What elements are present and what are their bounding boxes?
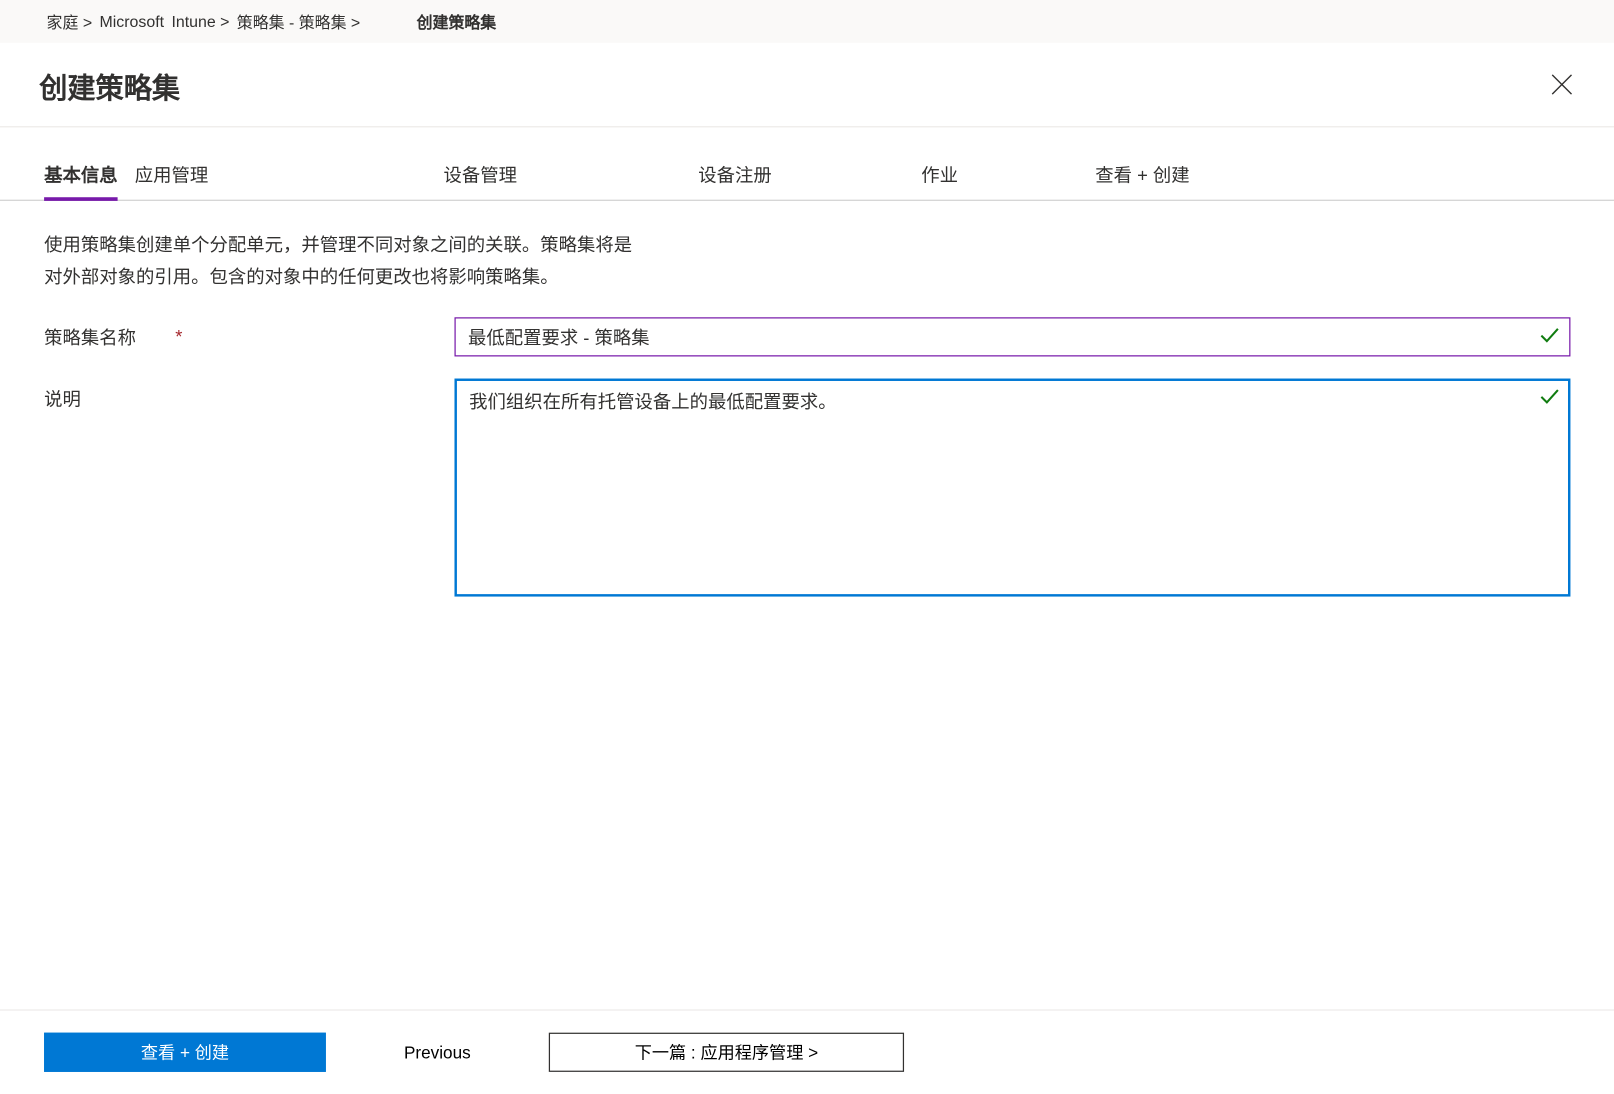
description-text: 使用策略集创建单个分配单元，并管理不同对象之间的关联。策略集将是 对外部对象的引… — [44, 230, 1570, 292]
breadcrumb-current: 创建策略集 — [417, 10, 497, 33]
policy-set-name-input[interactable] — [454, 317, 1570, 356]
tab-basics[interactable]: 基本信息 — [44, 162, 118, 201]
review-create-button[interactable]: 查看 + 创建 — [44, 1033, 326, 1072]
tab-app-management[interactable]: 应用管理 — [135, 162, 209, 200]
breadcrumb-policy-sets[interactable]: 策略集 - 策略集 > — [237, 10, 360, 33]
tab-device-management[interactable]: 设备管理 — [443, 162, 517, 200]
description-textarea[interactable] — [454, 379, 1570, 597]
form-row-description: 说明 — [44, 379, 1570, 601]
wizard-tabs: 基本信息 应用管理 设备管理 设备注册 作业 查看 + 创建 — [0, 127, 1614, 201]
tab-assignments[interactable]: 作业 — [921, 162, 958, 200]
previous-button[interactable]: Previous — [372, 1033, 502, 1072]
breadcrumb-microsoft[interactable]: Microsoft — [99, 12, 164, 30]
close-button[interactable] — [1546, 68, 1578, 104]
form-row-name: 策略集名称 * — [44, 317, 1570, 356]
content-area: 使用策略集创建单个分配单元，并管理不同对象之间的关联。策略集将是 对外部对象的引… — [0, 201, 1614, 1010]
tab-review-create[interactable]: 查看 + 创建 — [1095, 162, 1189, 200]
close-icon — [1551, 73, 1573, 99]
policy-set-name-label: 策略集名称 — [44, 325, 136, 351]
wizard-footer: 查看 + 创建 Previous 下一篇 : 应用程序管理 > — [0, 1009, 1614, 1094]
tab-device-enrollment[interactable]: 设备注册 — [698, 162, 772, 200]
title-row: 创建策略集 — [0, 43, 1614, 128]
page-title: 创建策略集 — [39, 65, 180, 107]
breadcrumb: 家庭 > Microsoft Intune > 策略集 - 策略集 > 创建策略… — [0, 0, 1614, 43]
next-button[interactable]: 下一篇 : 应用程序管理 > — [549, 1033, 904, 1072]
required-indicator: * — [175, 327, 182, 348]
breadcrumb-intune[interactable]: Intune > — [171, 12, 229, 30]
breadcrumb-home[interactable]: 家庭 > — [47, 10, 93, 33]
description-label: 说明 — [44, 386, 81, 412]
